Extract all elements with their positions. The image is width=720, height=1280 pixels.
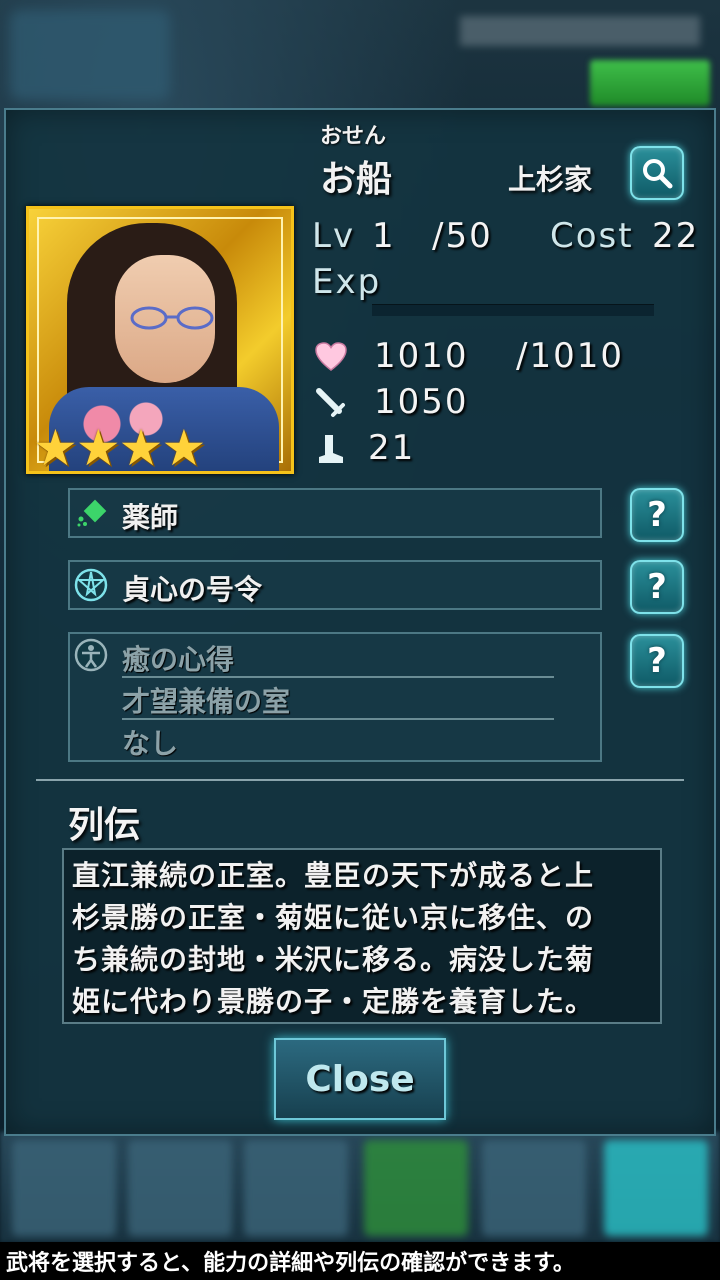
- background-green-button: [590, 60, 710, 106]
- cost-value: 22: [652, 216, 700, 256]
- hp-value: 1010: [374, 336, 469, 376]
- level-value: 1: [372, 216, 396, 256]
- background-tab: [128, 1140, 232, 1236]
- character-name: お船: [320, 159, 393, 200]
- background-tab: [604, 1140, 708, 1236]
- star-icon: ★: [75, 419, 121, 474]
- level-max: /50: [432, 216, 493, 256]
- background-top-bar: [460, 16, 700, 46]
- background-tab: [482, 1140, 586, 1236]
- help-icon: ?: [647, 495, 667, 535]
- medicine-icon: [74, 496, 108, 530]
- exp-bar: [372, 304, 654, 316]
- biography-line: 杉景勝の正室・菊姫に従い京に移住、の: [72, 901, 595, 934]
- passive-skill-1: 癒の心得: [122, 643, 235, 676]
- biography-line: 姫に代わり景勝の子・定勝を養育した。: [72, 985, 595, 1018]
- passive-skill-help-button[interactable]: ?: [630, 634, 684, 688]
- command-skill-help-button[interactable]: ?: [630, 560, 684, 614]
- pentagram-icon: [74, 568, 108, 602]
- level-label: Lv: [312, 216, 356, 256]
- glasses-icon: [130, 306, 214, 330]
- close-button-label: Close: [305, 1058, 415, 1100]
- passive-skill-3: なし: [122, 727, 179, 760]
- class-name: 薬師: [122, 501, 179, 534]
- exp-label: Exp: [312, 262, 382, 302]
- help-icon: ?: [647, 567, 667, 607]
- character-portrait[interactable]: ★ ★ ★ ★: [26, 206, 294, 474]
- cost-label: Cost: [550, 216, 634, 256]
- star-icon: ★: [33, 419, 78, 474]
- character-clan: 上杉家: [508, 163, 593, 196]
- zoom-button[interactable]: [630, 146, 684, 200]
- close-button[interactable]: Close: [274, 1038, 446, 1120]
- attack-value: 1050: [374, 382, 469, 422]
- background-avatar: [10, 10, 170, 100]
- speed-value: 21: [368, 428, 416, 468]
- background-tab: [364, 1140, 468, 1236]
- biography-title: 列伝: [68, 805, 141, 846]
- passive-divider: [122, 676, 554, 678]
- passive-divider: [122, 718, 554, 720]
- boot-icon: [314, 432, 348, 466]
- star-icon: ★: [161, 419, 207, 474]
- passive-skill-2: 才望兼備の室: [122, 685, 291, 718]
- hint-text: 武将を選択すると、能力の詳細や列伝の確認ができます。: [6, 1251, 575, 1276]
- biography-line: ち兼続の封地・米沢に移る。病没した菊: [72, 943, 595, 976]
- command-skill-name: 貞心の号令: [122, 573, 263, 606]
- rarity-stars: ★ ★ ★ ★: [33, 419, 207, 474]
- hint-bar: 武将を選択すると、能力の詳細や列伝の確認ができます。: [0, 1242, 720, 1280]
- hp-max: /1010: [516, 336, 624, 376]
- biography-box: 直江兼続の正室。豊臣の天下が成ると上 杉景勝の正室・菊姫に従い京に移住、の ち兼…: [62, 848, 662, 1024]
- sword-icon: [314, 386, 348, 420]
- search-icon: [643, 159, 673, 189]
- background-tab: [12, 1140, 116, 1236]
- heart-icon: [314, 340, 348, 374]
- character-reading: おせん: [320, 124, 387, 149]
- person-circle-icon: [74, 638, 108, 672]
- help-icon: ?: [647, 641, 667, 681]
- biography-line: 直江兼続の正室。豊臣の天下が成ると上: [72, 859, 595, 892]
- star-icon: ★: [118, 419, 164, 474]
- section-divider: [36, 779, 684, 781]
- class-help-button[interactable]: ?: [630, 488, 684, 542]
- background-tab: [244, 1140, 348, 1236]
